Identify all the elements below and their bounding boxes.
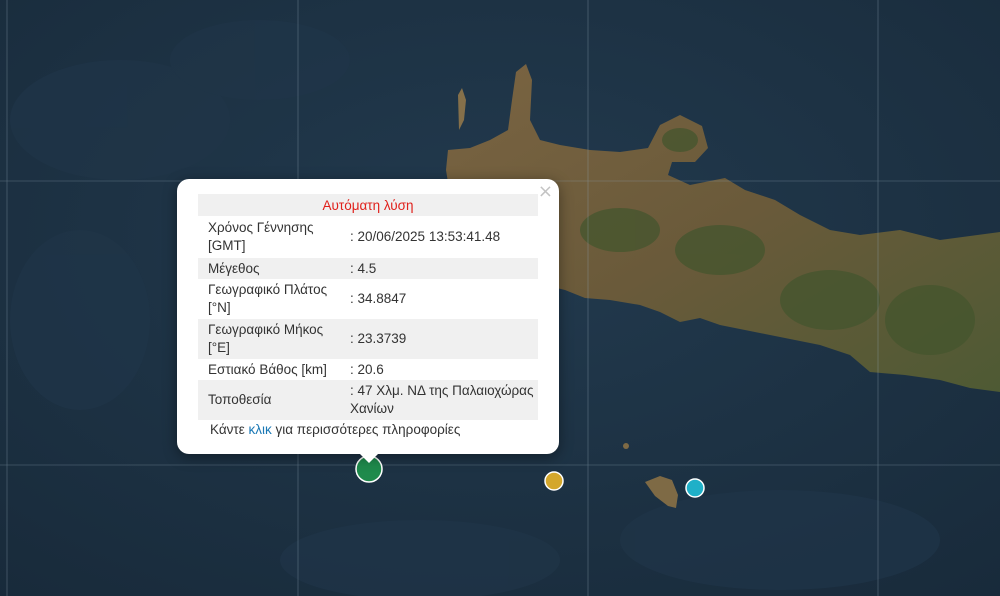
location-label: Τοποθεσία	[198, 380, 340, 420]
more-info-link[interactable]: κλικ	[249, 422, 272, 437]
magnitude-value: : 4.5	[340, 258, 538, 279]
longitude-value: : 23.3739	[340, 319, 538, 359]
more-info-text: Κάντε κλικ για περισσότερες πληροφορίες	[210, 422, 460, 437]
origin-time-value: : 20/06/2025 13:53:41.48	[350, 229, 501, 244]
depth-value: : 20.6	[350, 361, 384, 377]
location-value: : 47 Χλμ. ΝΔ της Παλαιοχώρας Χανίων	[340, 380, 538, 420]
latitude-label: Γεωγραφικό Πλάτος [°N]	[208, 282, 328, 315]
depth-label: Εστιακό Βάθος [km]	[208, 361, 327, 377]
magnitude-label: Μέγεθος	[198, 258, 340, 279]
popup-tip	[358, 452, 380, 463]
origin-time-label: Χρόνος Γέννησης [GMT]	[208, 220, 314, 253]
quake-popup: × Αυτόματη λύση Χρόνος Γέννησης [GMT] : …	[177, 179, 559, 463]
quake-info-table: Αυτόματη λύση Χρόνος Γέννησης [GMT] : 20…	[198, 194, 538, 420]
quake-marker-yellow[interactable]	[544, 471, 564, 491]
longitude-label: Γεωγραφικό Μήκος [°E]	[198, 319, 340, 359]
latitude-value: : 34.8847	[350, 291, 407, 306]
quake-marker-cyan[interactable]	[685, 478, 705, 498]
close-icon[interactable]: ×	[538, 183, 553, 201]
more-prefix: Κάντε	[210, 422, 249, 437]
popup-header: Αυτόματη λύση	[198, 194, 538, 216]
islet	[623, 443, 629, 449]
more-suffix: για περισσότερες πληροφορίες	[271, 422, 461, 437]
